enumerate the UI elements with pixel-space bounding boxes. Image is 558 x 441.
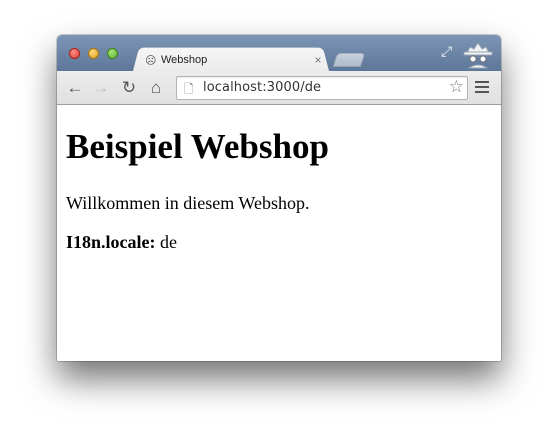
address-bar[interactable]: 🗋 localhost:3000/de ☆ <box>176 76 468 100</box>
incognito-icon <box>463 42 493 69</box>
locale-value: de <box>160 232 177 252</box>
title-bar: ☹ Webshop × ⤢ <box>57 35 501 71</box>
active-tab-content[interactable]: ☹ Webshop × <box>145 50 325 70</box>
minimize-window-button[interactable] <box>88 48 99 59</box>
tab-close-icon[interactable]: × <box>311 53 325 67</box>
bookmark-star-icon[interactable]: ☆ <box>449 77 464 97</box>
locale-line: I18n.locale: de <box>66 232 177 253</box>
tab-title: Webshop <box>161 54 208 66</box>
menu-icon[interactable] <box>475 81 489 96</box>
home-icon[interactable]: ⌂ <box>146 78 166 98</box>
welcome-text: Willkommen in diesem Webshop. <box>66 193 310 213</box>
zoom-window-button[interactable] <box>107 48 118 59</box>
new-tab-button[interactable] <box>332 53 366 67</box>
page-heading: Beispiel Webshop <box>66 127 329 166</box>
page-icon: 🗋 <box>184 82 194 96</box>
reload-icon[interactable]: ↻ <box>119 78 139 98</box>
page-content: Beispiel Webshop Willkommen in diesem We… <box>57 105 501 361</box>
close-window-button[interactable] <box>69 48 80 59</box>
forward-arrow-icon[interactable]: → <box>91 78 111 98</box>
back-arrow-icon[interactable]: ← <box>65 78 85 98</box>
url-text[interactable]: localhost:3000/de <box>203 80 321 95</box>
browser-window: ☹ Webshop × ⤢ ← → ↻ ⌂ 🗋 localhost:3000/d… <box>57 35 501 361</box>
fullscreen-icon[interactable]: ⤢ <box>441 43 452 60</box>
locale-key: I18n.locale: <box>66 232 156 252</box>
ghost-icon: ☹ <box>145 54 157 67</box>
browser-toolbar: ← → ↻ ⌂ 🗋 localhost:3000/de ☆ <box>57 71 501 105</box>
